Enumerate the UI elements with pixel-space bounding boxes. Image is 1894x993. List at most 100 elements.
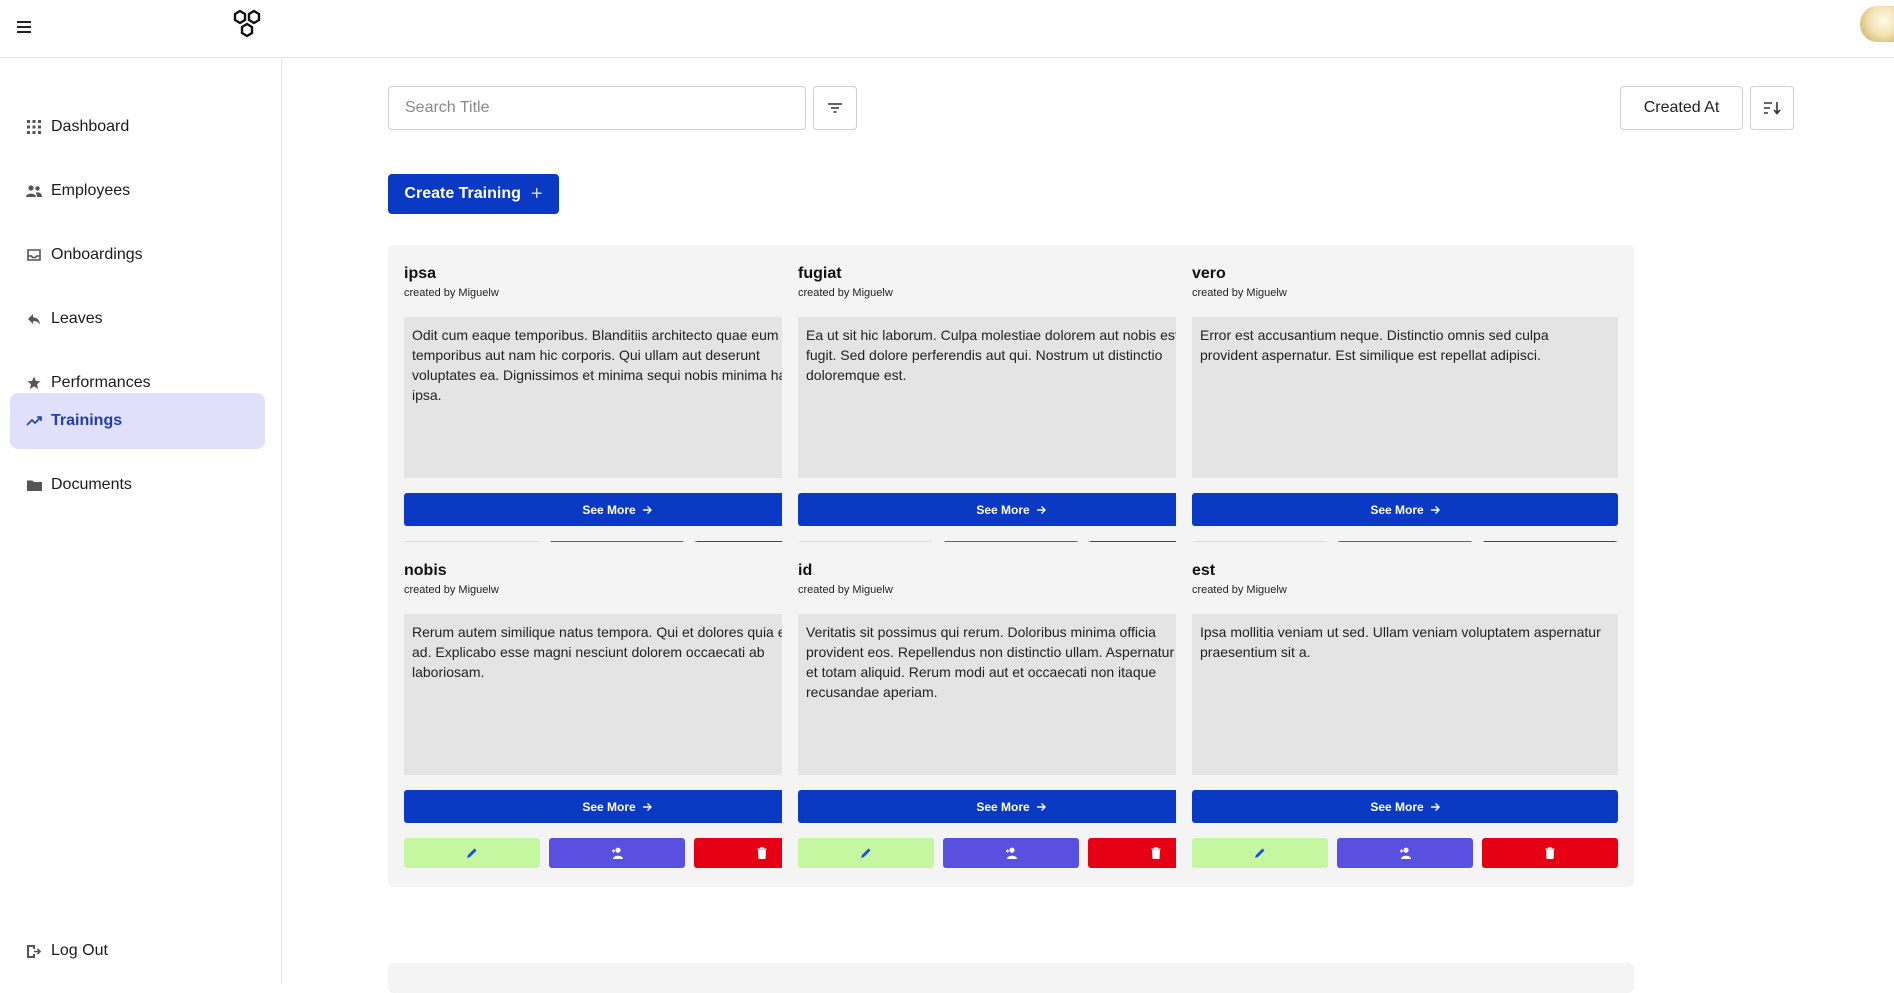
training-author: created by Miguelw xyxy=(1192,287,1287,299)
training-title: ipsa xyxy=(404,265,437,282)
training-card-partial xyxy=(782,963,1240,993)
training-description: Ea ut sit hic laborum. Culpa molestiae d… xyxy=(798,317,1224,478)
search-input[interactable] xyxy=(388,86,806,130)
training-card: nobis created by Miguelw Rerum autem simil… xyxy=(388,542,846,887)
sidebar-item-label: Dashboard xyxy=(51,118,130,135)
people-icon xyxy=(25,182,43,200)
reply-icon xyxy=(25,310,43,328)
training-author: created by Miguelw xyxy=(798,287,893,299)
training-card: est created by Miguelw Ipsa mollitia venia… xyxy=(1176,542,1634,887)
sidebar-item-onboardings[interactable]: Onboardings xyxy=(10,227,265,283)
sidebar-item-label: Trainings xyxy=(51,412,123,429)
see-more-button[interactable]: See More xyxy=(1192,493,1618,526)
filter-button[interactable] xyxy=(813,86,857,130)
edit-button[interactable] xyxy=(1192,838,1328,868)
sort-descending-icon xyxy=(1764,102,1781,115)
sidebar-item-leaves[interactable]: Leaves xyxy=(10,291,265,347)
sidebar-item-documents[interactable]: Documents xyxy=(10,457,265,513)
sidebar-item-dashboard[interactable]: Dashboard xyxy=(10,99,265,155)
training-description: Ipsa mollitia veniam ut sed. Ullam venia… xyxy=(1192,614,1618,775)
arrow-right-icon xyxy=(1036,802,1046,811)
arrow-right-icon xyxy=(1430,802,1440,811)
delete-button[interactable] xyxy=(1482,838,1618,868)
training-card: id created by Miguelw Veritatis sit possim… xyxy=(782,542,1240,887)
arrow-right-icon xyxy=(642,802,652,811)
sort-field-label: Created At xyxy=(1643,99,1720,116)
arrow-right-icon xyxy=(642,505,652,514)
training-title: est xyxy=(1192,562,1216,579)
see-more-label: See More xyxy=(582,502,636,517)
pencil-icon xyxy=(861,848,871,858)
sidebar-item-label: Employees xyxy=(51,182,131,199)
trash-icon xyxy=(1151,847,1161,859)
trash-icon xyxy=(757,847,767,859)
training-card: vero created by Miguelw Error est accusant… xyxy=(1176,245,1634,590)
sort-direction-button[interactable] xyxy=(1750,86,1794,130)
pencil-icon xyxy=(467,848,477,858)
training-title: id xyxy=(798,562,813,579)
assign-employee-button[interactable] xyxy=(549,838,685,868)
sidebar-item-label: Leaves xyxy=(51,310,103,327)
sidebar-nav: Dashboard Employees Onboardings Leaves P… xyxy=(0,58,282,984)
trash-icon xyxy=(1545,847,1555,859)
see-more-button[interactable]: See More xyxy=(798,790,1224,823)
pencil-icon xyxy=(1255,848,1265,858)
create-training-button[interactable]: Create Training + xyxy=(388,174,559,214)
see-more-label: See More xyxy=(1370,502,1424,517)
person-add-icon xyxy=(1399,847,1411,859)
folder-icon xyxy=(25,476,43,494)
training-title: vero xyxy=(1192,265,1226,282)
see-more-label: See More xyxy=(976,502,1030,517)
sidebar-item-label: Performances xyxy=(51,374,151,391)
see-more-button[interactable]: See More xyxy=(798,493,1224,526)
see-more-button[interactable]: See More xyxy=(404,790,830,823)
avatar[interactable] xyxy=(1860,6,1894,42)
grid-icon xyxy=(25,118,43,136)
arrow-right-icon xyxy=(1036,505,1046,514)
training-description: Veritatis sit possimus qui rerum. Dolori… xyxy=(798,614,1224,775)
logout-icon xyxy=(25,942,43,960)
plus-icon: + xyxy=(530,183,543,205)
person-add-icon xyxy=(611,847,623,859)
training-description: Rerum autem similique natus tempora. Qui… xyxy=(404,614,830,775)
see-more-label: See More xyxy=(582,799,636,814)
sidebar-item-label: Onboardings xyxy=(51,246,143,263)
training-card: fugiat created by Miguelw Ea ut sit hic la… xyxy=(782,245,1240,590)
edit-button[interactable] xyxy=(404,838,540,868)
create-training-label: Create Training xyxy=(404,185,521,202)
sidebar-item-trainings[interactable]: Trainings xyxy=(10,393,265,449)
see-more-label: See More xyxy=(976,799,1030,814)
arrow-right-icon xyxy=(1430,505,1440,514)
sidebar-item-label: Documents xyxy=(51,476,132,493)
main-content: Created At Create Training + ipsa created… xyxy=(283,58,1894,993)
filter-icon xyxy=(828,103,842,113)
top-bar xyxy=(0,0,1894,58)
logout-button[interactable]: Log Out xyxy=(10,923,265,979)
training-author: created by Miguelw xyxy=(404,287,499,299)
training-author: created by Miguelw xyxy=(1192,584,1287,596)
training-description: Error est accusantium neque. Distinctio … xyxy=(1192,317,1618,478)
training-card: ipsa created by Miguelw Odit cum eaque tem… xyxy=(388,245,846,590)
person-add-icon xyxy=(1005,847,1017,859)
inbox-icon xyxy=(25,246,43,264)
training-author: created by Miguelw xyxy=(798,584,893,596)
assign-employee-button[interactable] xyxy=(943,838,1079,868)
star-icon xyxy=(25,374,43,392)
edit-button[interactable] xyxy=(798,838,934,868)
see-more-button[interactable]: See More xyxy=(404,493,830,526)
training-title: fugiat xyxy=(798,265,842,282)
sort-field-select[interactable]: Created At xyxy=(1620,86,1743,130)
training-description: Odit cum eaque temporibus. Blanditiis ar… xyxy=(404,317,830,478)
assign-employee-button[interactable] xyxy=(1337,838,1473,868)
training-card-partial xyxy=(388,963,846,993)
training-author: created by Miguelw xyxy=(404,584,499,596)
training-title: nobis xyxy=(404,562,447,579)
sidebar-item-employees[interactable]: Employees xyxy=(10,163,265,219)
logout-label: Log Out xyxy=(51,942,108,959)
training-card-partial xyxy=(1176,963,1634,993)
logo-icon xyxy=(233,9,261,38)
see-more-label: See More xyxy=(1370,799,1424,814)
menu-icon[interactable] xyxy=(17,17,37,37)
trending-up-icon xyxy=(25,412,43,430)
see-more-button[interactable]: See More xyxy=(1192,790,1618,823)
